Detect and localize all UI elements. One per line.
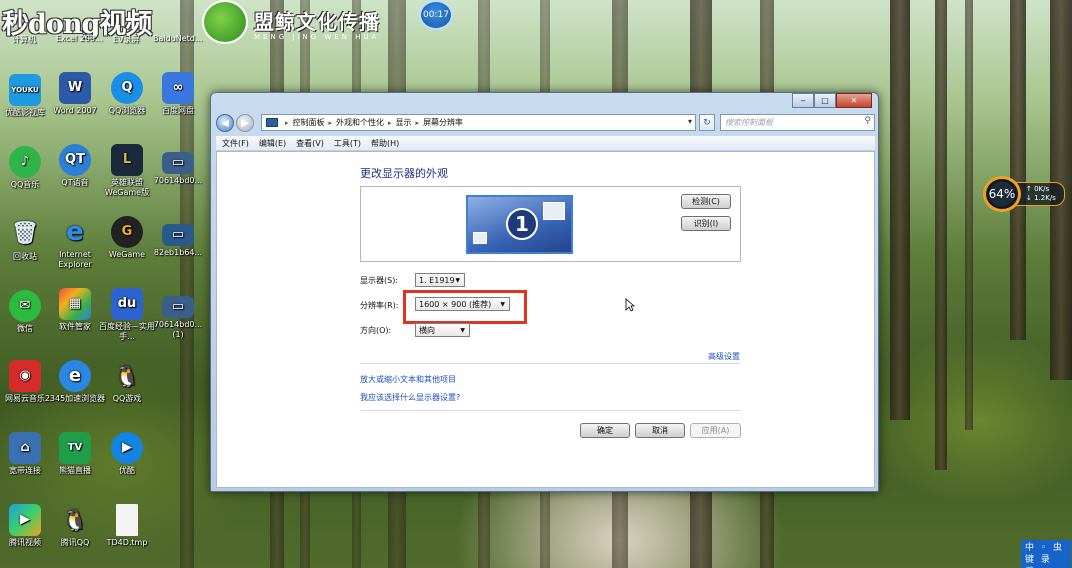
desktop-icon-baidu-netdisk[interactable]: ∞ 百度网盘: [147, 72, 209, 116]
arrow-right-icon: ▶: [241, 117, 249, 129]
menu-edit[interactable]: 编辑(E): [259, 138, 286, 149]
search-placeholder: 搜索控制面板: [725, 118, 773, 127]
address-bar[interactable]: ▸ 控制面板 ▸ 外观和个性化 ▸ 显示 ▸ 屏幕分辨率 ▾: [261, 114, 696, 131]
display-select[interactable]: 1. E1919 ▼: [415, 273, 465, 287]
upload-speed: ↑ 0K/s: [1026, 185, 1050, 193]
minimize-button[interactable]: ‒: [792, 93, 814, 108]
breadcrumb-separator-icon: ▸: [415, 118, 420, 127]
orientation-label: 方向(O):: [360, 326, 392, 335]
screen-resolution-window: ‒ □ ✕ ◀ ▶ ▸ 控制面板 ▸ 外观和个性化 ▸ 显示 ▸ 屏幕分辨率 ▾…: [210, 92, 879, 492]
control-panel-icon: [266, 118, 278, 127]
detect-button[interactable]: 检测(C): [681, 194, 731, 209]
divider: [360, 363, 741, 364]
which-settings-link[interactable]: 我应该选择什么显示器设置?: [360, 392, 460, 403]
breadcrumb-control-panel[interactable]: 控制面板: [293, 117, 325, 128]
chevron-down-icon: ▼: [460, 327, 465, 334]
breadcrumb-appearance[interactable]: 外观和个性化: [336, 117, 384, 128]
close-button[interactable]: ✕: [836, 93, 872, 108]
chevron-down-icon: ▼: [455, 277, 460, 284]
breadcrumb-resolution[interactable]: 屏幕分辨率: [423, 117, 463, 128]
monitor-1-preview[interactable]: 1: [466, 195, 573, 254]
monitor-number-badge: 1: [506, 208, 538, 240]
display-label: 显示器(S):: [360, 276, 399, 285]
breadcrumb-separator-icon: ▸: [388, 118, 392, 127]
forward-button[interactable]: ▶: [236, 114, 254, 132]
red-highlight-box: [403, 290, 527, 324]
menu-help[interactable]: 帮助(H): [371, 138, 399, 149]
brand-name: 盟鲸文化传播: [254, 10, 380, 34]
ime-row: 中 ◦ 虫: [1025, 543, 1065, 553]
desktop-label: BaiduNetd...: [153, 34, 203, 43]
desktop-label: Excel 200...: [56, 34, 103, 43]
resolution-label: 分辨率(R):: [360, 301, 399, 310]
menu-file[interactable]: 文件(F): [222, 138, 249, 149]
desktop-icon-qq-game[interactable]: 🐧 QQ游戏: [96, 360, 158, 404]
desktop-label: 计算机: [12, 35, 36, 44]
monitor-screen-decoration: [543, 202, 565, 220]
monitor-screen-decoration: [473, 232, 487, 244]
menu-bar: 文件(F) 编辑(E) 查看(V) 工具(T) 帮助(H): [216, 136, 875, 151]
ime-row: 键 录 弓: [1025, 555, 1052, 568]
desktop-icon-file-70614bd0-1[interactable]: ▭ 70614bd0... (1): [147, 296, 209, 340]
desktop-top-row: 计算机 Excel 200... EV录屏 BaiduNetd...: [0, 34, 210, 46]
desktop-icon-file-70614bd0[interactable]: ▭ 70614bd0...: [147, 152, 209, 186]
desktop-icon-file-82eb1b64[interactable]: ▭ 82eb1b64...: [147, 224, 209, 258]
chevron-down-icon[interactable]: ▾: [688, 117, 692, 126]
content-area: 更改显示器的外观 1 检测(C) 识别(I) 显示器(S): 1. E1919 …: [216, 151, 875, 488]
search-input[interactable]: 搜索控制面板 ⚲: [720, 114, 875, 131]
menu-tools[interactable]: 工具(T): [334, 138, 361, 149]
orientation-select-value: 横向: [419, 325, 435, 335]
orientation-select[interactable]: 横向 ▼: [415, 323, 470, 337]
ok-button[interactable]: 确定: [580, 423, 630, 438]
cancel-button[interactable]: 取消: [635, 423, 685, 438]
breadcrumb-separator-icon: ▸: [328, 118, 333, 127]
breadcrumb-display[interactable]: 显示: [396, 117, 412, 128]
brand-pinyin: MENG JING WEN HUA: [254, 33, 380, 41]
back-button[interactable]: ◀: [216, 114, 234, 132]
divider: [360, 410, 741, 411]
usage-percent-gauge: 64%: [983, 176, 1021, 212]
desktop-icon-td4d-tmp[interactable]: TD4D.tmp: [96, 504, 158, 548]
text-size-link[interactable]: 放大或缩小文本和其他项目: [360, 374, 456, 385]
breadcrumb-separator-icon: ▸: [285, 118, 289, 127]
network-monitor-widget[interactable]: ↑ 0K/s ↓ 1.2K/s 64%: [983, 176, 1065, 212]
download-speed: ↓ 1.2K/s: [1026, 194, 1056, 202]
apply-button[interactable]: 应用(A): [690, 423, 741, 438]
menu-view[interactable]: 查看(V): [296, 138, 324, 149]
display-select-value: 1. E1919: [419, 275, 455, 285]
maximize-button[interactable]: □: [814, 93, 836, 108]
record-timer: 00:17: [419, 0, 453, 30]
desktop-icon-youku-player[interactable]: ▶ 优酷: [96, 432, 158, 476]
page-title: 更改显示器的外观: [360, 167, 448, 180]
mouse-cursor-icon: [625, 298, 635, 312]
navigation-bar: ◀ ▶ ▸ 控制面板 ▸ 外观和个性化 ▸ 显示 ▸ 屏幕分辨率 ▾ ↻ 搜索控…: [216, 112, 875, 134]
identify-button[interactable]: 识别(I): [681, 216, 731, 231]
search-icon[interactable]: ⚲: [864, 116, 871, 126]
monitor-preview-panel: 1 检测(C) 识别(I): [360, 186, 741, 262]
desktop-label: EV录屏: [113, 35, 140, 44]
arrow-left-icon: ◀: [221, 117, 229, 129]
input-method-bar[interactable]: 中 ◦ 虫 键 录 弓: [1021, 540, 1071, 568]
refresh-icon: ↻: [703, 117, 711, 128]
refresh-button[interactable]: ↻: [699, 114, 715, 131]
advanced-settings-link[interactable]: 高级设置: [708, 351, 740, 362]
caption-buttons: ‒ □ ✕: [792, 93, 872, 108]
watermark-brand: 盟鲸文化传播 MENG JING WEN HUA: [254, 6, 380, 41]
